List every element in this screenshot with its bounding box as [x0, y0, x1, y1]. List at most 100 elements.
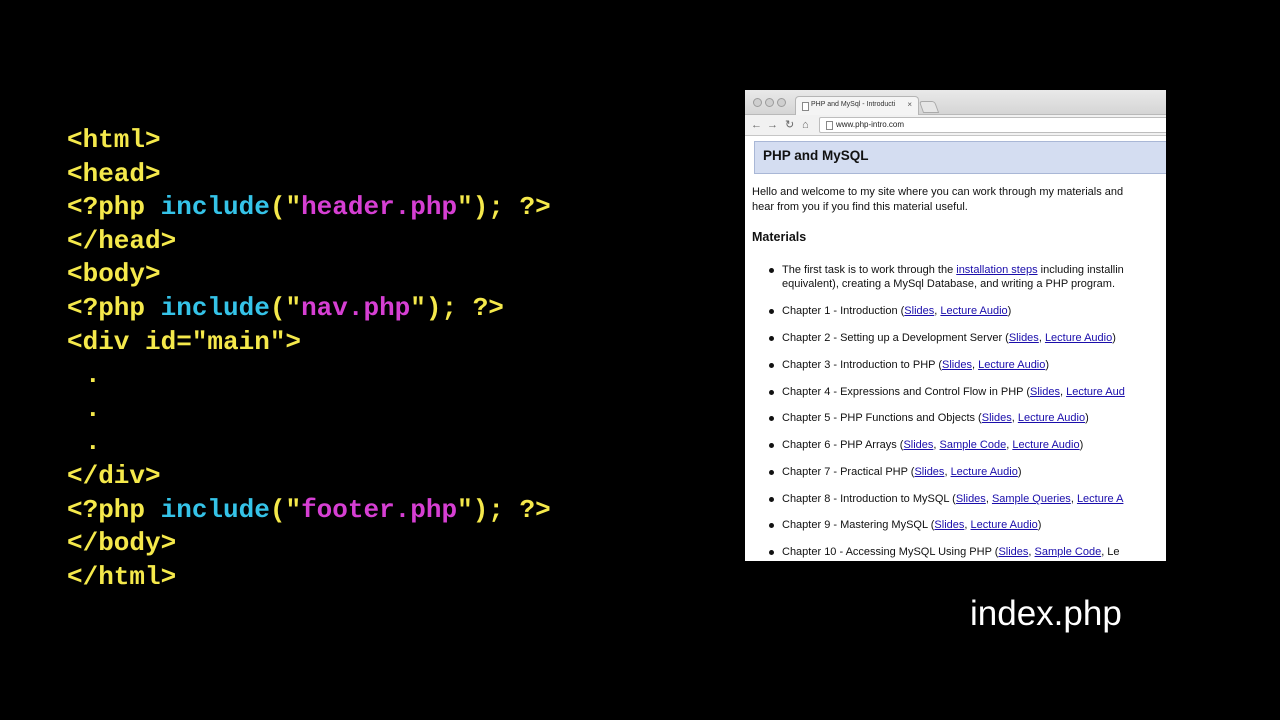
list-bullet — [769, 416, 774, 421]
list-link[interactable]: Lecture Audio — [951, 466, 1018, 478]
list-bullet — [769, 363, 774, 368]
list-link[interactable]: Slides — [934, 519, 964, 531]
list-link[interactable]: Lecture Aud — [1066, 386, 1125, 398]
window-zoom-dot[interactable] — [777, 98, 786, 107]
site-header: PHP and MySQL — [754, 141, 1166, 174]
code-function: include — [160, 494, 270, 525]
list-text: Chapter 6 - PHP Arrays ( — [782, 439, 904, 451]
list-text: ) — [1037, 519, 1042, 531]
code-string: nav.php — [301, 292, 411, 323]
list-item: Chapter 7 - Practical PHP (Slides, Lectu… — [782, 465, 1022, 479]
code-token: <html> — [67, 125, 161, 155]
list-text: Chapter 3 - Introduction to PHP ( — [782, 359, 942, 371]
code-line: <body> — [67, 258, 551, 292]
list-text: Chapter 5 - PHP Functions and Objects ( — [782, 412, 982, 424]
code-line: . — [67, 426, 551, 460]
browser-titlebar: PHP and MySql - Introducti × — [745, 90, 1166, 115]
list-item: Chapter 8 - Introduction to MySQL (Slide… — [782, 492, 1123, 506]
window-minimize-dot[interactable] — [765, 98, 774, 107]
list-link[interactable]: Lecture Audio — [1045, 332, 1112, 344]
list-item: The first task is to work through the in… — [782, 263, 1124, 277]
list-link[interactable]: Slides — [904, 305, 934, 317]
list-text: Chapter 2 - Setting up a Development Ser… — [782, 332, 1009, 344]
list-bullet — [769, 268, 774, 273]
list-link[interactable]: Slides — [914, 466, 944, 478]
code-token: <?php — [67, 292, 161, 323]
list-link[interactable]: installation steps — [956, 264, 1037, 276]
site-title: PHP and MySQL — [763, 148, 869, 163]
list-text: , Le — [1101, 546, 1120, 558]
address-bar[interactable]: www.php-intro.com — [819, 117, 1166, 133]
list-link[interactable]: Slides — [903, 439, 933, 451]
list-bullet — [769, 390, 774, 395]
list-text: equivalent), creating a MySql Database, … — [782, 278, 1116, 290]
list-link[interactable]: Sample Queries — [992, 493, 1071, 505]
list-link[interactable]: Lecture Audio — [1012, 439, 1079, 451]
list-link[interactable]: Lecture Audio — [1018, 412, 1085, 424]
reload-icon[interactable]: ↻ — [785, 118, 794, 132]
new-tab-button[interactable] — [918, 101, 940, 113]
list-text: Chapter 4 - Expressions and Control Flow… — [782, 386, 1031, 398]
list-link[interactable]: Slides — [1030, 386, 1060, 398]
home-icon[interactable]: ⌂ — [802, 118, 809, 132]
code-token: <?php — [67, 192, 161, 223]
code-token: </body> — [67, 528, 177, 559]
list-bullet — [769, 497, 774, 502]
back-icon[interactable]: ← — [751, 118, 762, 132]
forward-icon[interactable]: → — [767, 118, 778, 132]
code-token: <div id="main"> — [67, 326, 302, 357]
code-line: . — [67, 393, 551, 427]
list-link[interactable]: Sample Code — [1035, 546, 1102, 558]
code-string: header.php — [301, 192, 458, 223]
list-item: Chapter 10 - Accessing MySQL Using PHP (… — [782, 545, 1120, 559]
page-icon — [826, 121, 833, 130]
code-line: <html> — [67, 124, 551, 158]
list-bullet — [769, 443, 774, 448]
list-text: ) — [1045, 359, 1050, 371]
code-line: </body> — [67, 527, 551, 561]
list-link[interactable]: Lecture Audio — [978, 359, 1045, 371]
list-item: Chapter 4 - Expressions and Control Flow… — [782, 385, 1125, 399]
list-bullet — [769, 309, 774, 314]
code-line: <?php include("nav.php"); ?> — [67, 292, 551, 326]
browser-tab[interactable]: PHP and MySql - Introducti × — [795, 96, 919, 115]
list-link[interactable]: Lecture Audio — [940, 305, 1007, 317]
code-function: include — [160, 192, 270, 223]
list-link[interactable]: Lecture A — [1077, 493, 1123, 505]
list-item: Chapter 2 - Setting up a Development Ser… — [782, 331, 1116, 345]
code-line: <?php include("header.php"); ?> — [67, 191, 551, 225]
list-bullet — [769, 523, 774, 528]
url-text: www.php-intro.com — [836, 120, 905, 129]
list-link[interactable]: Slides — [942, 359, 972, 371]
list-link[interactable]: Slides — [982, 412, 1012, 424]
code-token: "); ?> — [457, 494, 551, 525]
code-token: </html> — [67, 561, 177, 592]
list-link[interactable]: Slides — [956, 493, 986, 505]
list-link[interactable]: Slides — [1009, 332, 1039, 344]
code-token: <head> — [67, 158, 161, 189]
code-token: <body> — [67, 259, 161, 290]
code-line: . — [67, 359, 551, 393]
page-icon — [802, 102, 809, 111]
list-link[interactable]: Sample Code — [940, 439, 1007, 451]
code-line: <?php include("footer.php"); ?> — [67, 494, 551, 528]
list-text: The first task is to work through the — [782, 264, 957, 276]
list-item: Chapter 1 - Introduction (Slides, Lectur… — [782, 304, 1011, 318]
code-token: </div> — [67, 460, 161, 491]
list-bullet — [769, 470, 774, 475]
window-close-dot[interactable] — [753, 98, 762, 107]
code-line: </div> — [67, 460, 551, 494]
code-token: "); ?> — [410, 292, 504, 323]
code-string: footer.php — [301, 494, 458, 525]
list-text: Chapter 10 - Accessing MySQL Using PHP ( — [782, 546, 999, 558]
code-listing: <html> <head> <?php include("header.php");… — [67, 124, 551, 594]
code-token: . — [85, 427, 101, 458]
code-token: (" — [269, 192, 302, 223]
list-item: Chapter 5 - PHP Functions and Objects (S… — [782, 411, 1089, 425]
code-token: <?php — [67, 494, 161, 525]
list-link[interactable]: Lecture Audio — [971, 519, 1038, 531]
code-line: <div id="main"> — [67, 326, 551, 360]
tab-title: PHP and MySql - Introducti — [811, 101, 896, 108]
tab-close-icon[interactable]: × — [907, 100, 912, 109]
list-link[interactable]: Slides — [998, 546, 1028, 558]
